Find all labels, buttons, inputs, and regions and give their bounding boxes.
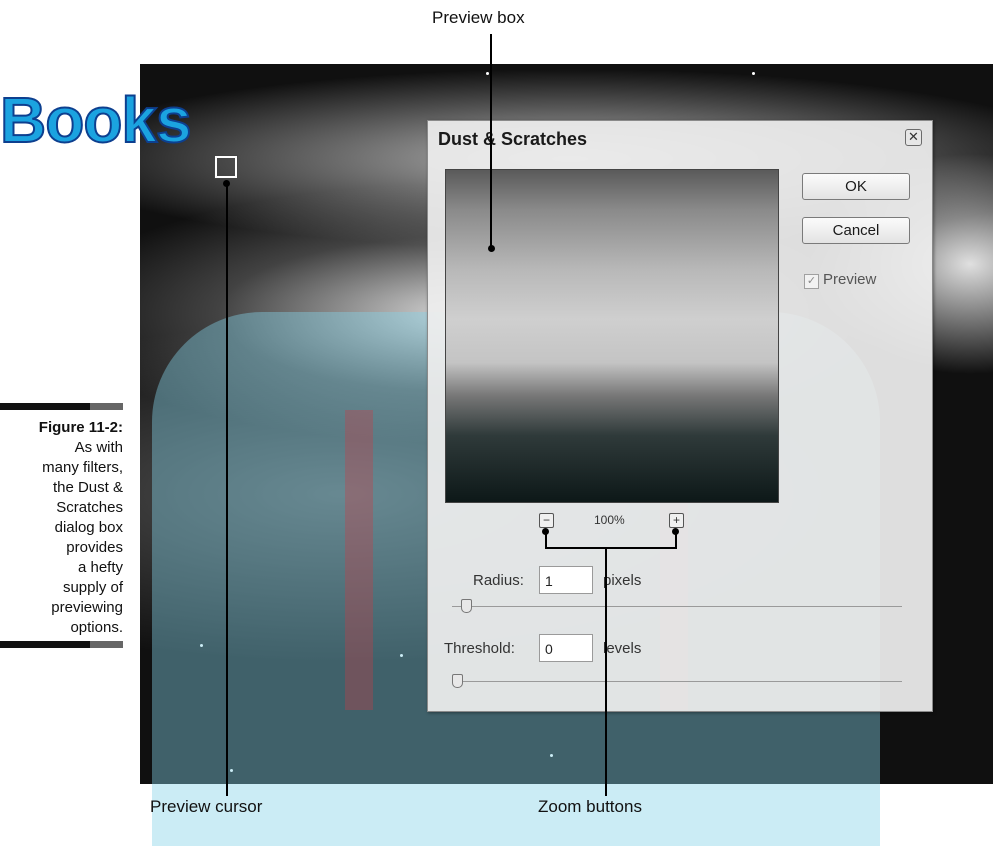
preview-checkbox[interactable]: ✓ [804,274,819,289]
caption-bar [0,403,90,410]
caption-label: Figure 11-2: [38,419,123,436]
radius-slider-thumb[interactable] [460,599,472,613]
cancel-button[interactable]: Cancel [802,217,910,244]
callout-dot [488,245,495,252]
caption-line: many filters, [42,459,123,476]
close-icon[interactable]: ✕ [905,129,922,146]
caption-line: As with [74,439,123,456]
callout-line [490,34,492,248]
callout-preview-cursor: Preview cursor [150,797,263,816]
callout-line [545,531,547,548]
caption-line: previewing [51,599,123,616]
radius-label: Radius: [473,572,524,589]
callout-preview-box: Preview box [432,8,525,27]
caption-line: the Dust & [52,479,123,496]
callout-line [675,531,677,548]
dialog-title: Dust & Scratches [438,129,588,149]
threshold-input[interactable]: 0 [539,634,593,662]
threshold-label: Threshold: [444,640,515,657]
caption-bar [90,403,123,410]
threshold-slider-thumb[interactable] [452,674,463,688]
caption-line: provides [66,539,123,556]
threshold-slider-track[interactable] [452,681,902,682]
callout-line [605,547,607,796]
threshold-unit: levels [603,640,642,657]
figure-caption: Figure 11-2: As with many filters, the D… [0,418,123,638]
caption-line: dialog box [54,519,123,536]
callout-line [545,547,677,549]
caption-line: options. [70,619,123,636]
star [486,72,489,75]
zoom-out-button[interactable]: − [539,513,554,528]
star [752,72,755,75]
callout-zoom-buttons: Zoom buttons [538,797,642,816]
caption-line: a hefty [77,559,123,576]
watermark-shape [345,410,373,710]
preview-box[interactable] [445,169,779,503]
dust-scratches-dialog: Dust & Scratches ✕ OK Cancel ✓ Preview −… [427,120,933,712]
zoom-level: 100% [594,513,625,527]
radius-input[interactable]: 1 [539,566,593,594]
caption-line: Scratches [56,499,123,516]
caption-line: supply of [62,579,123,596]
ok-button[interactable]: OK [802,173,910,200]
watermark-text: Books [0,84,193,156]
radius-slider-track[interactable] [452,606,902,607]
caption-bar [90,641,123,648]
callout-line [226,184,228,796]
caption-bar [0,641,90,648]
radius-unit: pixels [603,572,642,589]
preview-cursor [215,156,237,178]
zoom-in-button[interactable]: + [669,513,684,528]
preview-checkbox-label: Preview [823,271,877,288]
